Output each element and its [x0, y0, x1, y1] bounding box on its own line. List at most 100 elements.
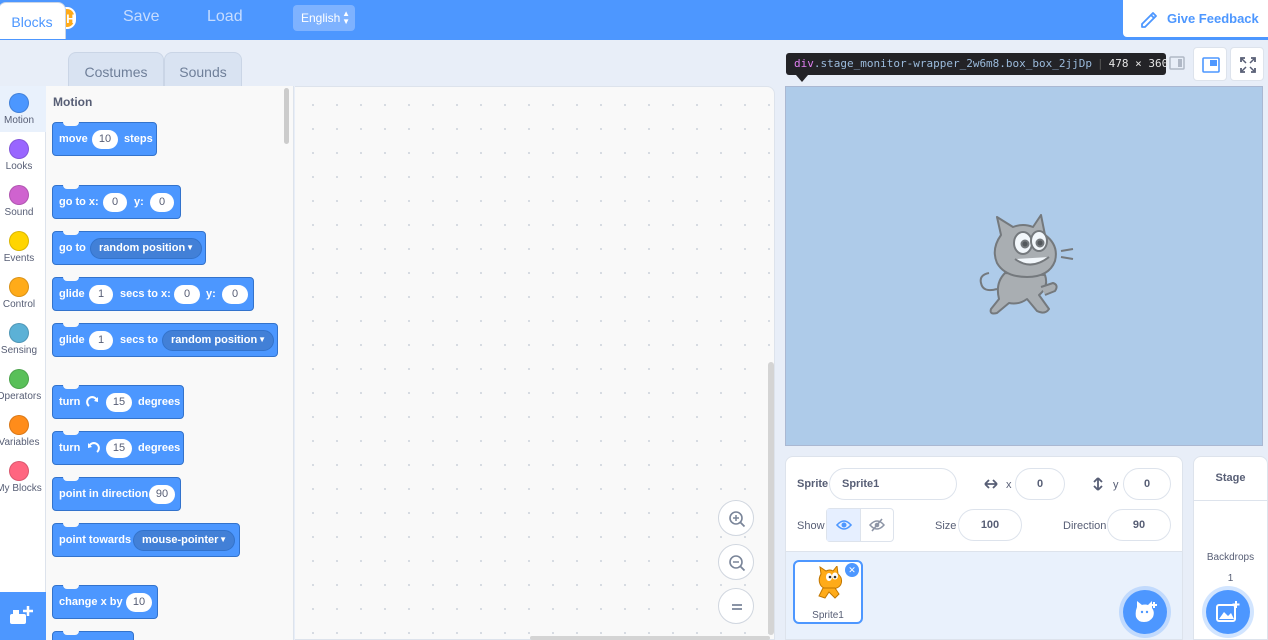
- block-move-steps[interactable]: move 10 steps: [52, 122, 157, 156]
- category-control[interactable]: Control: [0, 270, 46, 316]
- script-workspace[interactable]: [295, 86, 775, 640]
- dropdown-value: random position: [99, 242, 186, 254]
- language-select[interactable]: English ▲ ▼: [293, 5, 355, 31]
- block-point-in-direction[interactable]: point in direction 90: [52, 477, 181, 511]
- control-color-dot: [9, 277, 29, 297]
- cat-thumbnail-icon: [818, 566, 843, 599]
- feedback-label: Give Feedback: [1167, 11, 1259, 26]
- y-input[interactable]: 0: [150, 193, 174, 212]
- category-my-blocks[interactable]: My Blocks: [0, 454, 46, 500]
- size-input[interactable]: 100: [958, 509, 1022, 541]
- block-text: go to: [59, 242, 86, 254]
- category-looks[interactable]: Looks: [0, 132, 46, 178]
- change-x-input[interactable]: 10: [126, 593, 152, 612]
- block-turn-left[interactable]: turn 15 degrees: [52, 431, 184, 465]
- block-text: degrees: [138, 396, 181, 408]
- tab-costumes[interactable]: Costumes: [68, 52, 164, 88]
- workspace-vertical-scrollbar[interactable]: [768, 362, 774, 635]
- block-turn-right[interactable]: turn 15 degrees: [52, 385, 184, 419]
- block-text: degrees: [138, 442, 181, 454]
- zoom-in-button[interactable]: [718, 500, 754, 536]
- operators-color-dot: [9, 369, 29, 389]
- section-title-motion: Motion: [53, 95, 93, 109]
- tooltip-dimensions: 478 × 360: [1108, 57, 1169, 70]
- motion-color-dot: [9, 93, 29, 113]
- category-sensing[interactable]: Sensing: [0, 316, 46, 362]
- equals-icon: [732, 604, 742, 610]
- block-text: point in direction: [59, 488, 149, 500]
- add-backdrop-button[interactable]: [1206, 590, 1250, 634]
- sensing-color-dot: [9, 323, 29, 343]
- degrees-input[interactable]: 15: [106, 393, 132, 412]
- category-label: Sound: [4, 207, 34, 218]
- block-point-towards[interactable]: point towards mouse-pointer ▼: [52, 523, 240, 557]
- tab-blocks[interactable]: Blocks: [0, 2, 66, 39]
- category-label: My Blocks: [0, 483, 42, 494]
- eye-slash-icon: [869, 518, 885, 532]
- tooltip-arrow: [796, 75, 808, 82]
- tab-sounds[interactable]: Sounds: [164, 52, 242, 88]
- category-label: Events: [3, 253, 35, 264]
- save-menu[interactable]: Save: [123, 8, 159, 26]
- category-sound[interactable]: Sound: [0, 178, 46, 224]
- category-variables[interactable]: Variables: [0, 408, 46, 454]
- block-glide-xy[interactable]: glide 1 secs to x: 0 y: 0: [52, 277, 254, 311]
- category-events[interactable]: Events: [0, 224, 46, 270]
- block-partial[interactable]: [52, 631, 134, 640]
- large-stage-button[interactable]: [1193, 47, 1227, 81]
- pencil-icon: [1141, 12, 1157, 28]
- y-input[interactable]: 0: [222, 285, 248, 304]
- looks-color-dot: [9, 139, 29, 159]
- load-menu[interactable]: Load: [207, 8, 243, 26]
- show-hidden-button[interactable]: [861, 509, 893, 541]
- point-towards-dropdown[interactable]: mouse-pointer ▼: [133, 530, 235, 551]
- category-label: Looks: [5, 161, 33, 172]
- workspace-horizontal-scrollbar[interactable]: [530, 636, 770, 640]
- category-operators[interactable]: Operators: [0, 362, 46, 408]
- steps-input[interactable]: 10: [92, 130, 118, 149]
- dropdown-value: mouse-pointer: [142, 534, 219, 546]
- direction-label: Direction: [1063, 520, 1107, 532]
- delete-sprite-button[interactable]: ✕: [845, 563, 859, 577]
- block-text: turn: [59, 396, 81, 408]
- tooltip-tag: div: [794, 57, 814, 70]
- direction-input[interactable]: 90: [149, 485, 175, 504]
- category-motion[interactable]: Motion: [0, 86, 46, 132]
- eye-icon: [836, 520, 852, 530]
- add-backdrop-icon: [1216, 601, 1240, 622]
- glide-target-dropdown[interactable]: random position ▼: [162, 330, 274, 351]
- dropdown-caret-icon: ▼: [219, 535, 227, 544]
- block-text: turn: [59, 442, 81, 454]
- block-go-to-xy[interactable]: go to x: 0 y: 0: [52, 185, 181, 219]
- block-text: go to x:: [59, 196, 99, 208]
- x-input[interactable]: 0: [103, 193, 127, 212]
- sprite-name-input[interactable]: Sprite1: [829, 468, 957, 500]
- block-change-x[interactable]: change x by 10: [52, 585, 158, 619]
- add-extension-button[interactable]: [0, 592, 46, 640]
- degrees-input[interactable]: 15: [106, 439, 132, 458]
- go-to-target-dropdown[interactable]: random position ▼: [90, 238, 202, 259]
- small-stage-icon: [1169, 56, 1185, 70]
- dropdown-caret-icon: ▼: [186, 243, 194, 252]
- zoom-in-icon: [729, 511, 746, 528]
- y-position-input[interactable]: 0: [1123, 468, 1171, 500]
- block-go-to[interactable]: go to random position ▼: [52, 231, 206, 265]
- sound-color-dot: [9, 185, 29, 205]
- zoom-out-button[interactable]: [718, 544, 754, 580]
- zoom-reset-button[interactable]: [718, 588, 754, 624]
- scratch-cat-sprite[interactable]: [975, 213, 1075, 321]
- secs-input[interactable]: 1: [89, 331, 113, 350]
- direction-input[interactable]: 90: [1107, 509, 1171, 541]
- give-feedback-button[interactable]: Give Feedback: [1123, 0, 1268, 37]
- block-text: secs to: [120, 334, 158, 346]
- block-glide-to[interactable]: glide 1 secs to random position ▼: [52, 323, 278, 357]
- palette-scrollbar[interactable]: [284, 88, 289, 144]
- x-position-input[interactable]: 0: [1015, 468, 1065, 500]
- secs-input[interactable]: 1: [89, 285, 113, 304]
- show-visible-button[interactable]: [827, 509, 861, 541]
- add-sprite-button[interactable]: [1123, 590, 1167, 634]
- fullscreen-button[interactable]: [1230, 47, 1264, 81]
- x-input[interactable]: 0: [174, 285, 200, 304]
- events-color-dot: [9, 231, 29, 251]
- sprite-tile-name: Sprite1: [812, 610, 844, 621]
